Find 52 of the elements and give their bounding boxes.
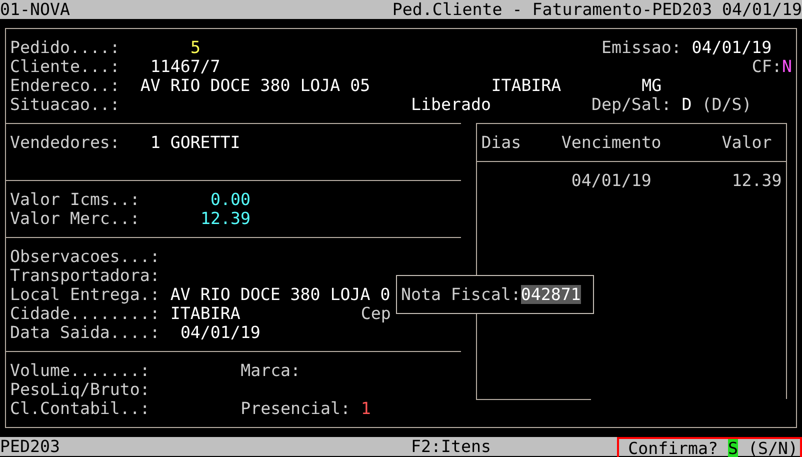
- program-code: PED203: [0, 437, 60, 457]
- table-cell: 04/01/19: [571, 171, 652, 190]
- field-label: (D/S): [702, 95, 752, 114]
- field-value: MG: [642, 76, 662, 95]
- field-label: Cl.Contabil..:: [10, 399, 150, 418]
- field-value: 0.00: [210, 190, 250, 209]
- field-label: Situacao..:: [10, 95, 120, 114]
- field-value: Liberado: [411, 95, 491, 114]
- field-value: 04/01/19: [692, 38, 772, 57]
- field-label: Cliente...:: [10, 57, 120, 76]
- field-label: CF:: [752, 57, 782, 76]
- field-label: Endereco..:: [10, 76, 120, 95]
- field-value: 1: [360, 399, 371, 418]
- field-label: Pedido....:: [10, 38, 120, 57]
- field-label: Vendedores:: [10, 133, 120, 152]
- column-header: Valor: [722, 133, 772, 152]
- field-label: Dep/Sal:: [591, 95, 672, 114]
- column-header: Dias: [481, 133, 522, 152]
- field-label: Valor Icms..:: [10, 190, 140, 209]
- prompt-label: Confirma?: [628, 439, 718, 457]
- field-label: Local Entrega.:: [10, 285, 160, 304]
- key-hint: F2:Itens: [411, 437, 491, 457]
- field-value: ITABIRA: [170, 304, 240, 323]
- field-value: 1 GORETTI: [150, 133, 240, 152]
- field-label: Volume.......:: [10, 361, 150, 380]
- field-value: D: [682, 95, 692, 114]
- window-title: Ped.Cliente - Faturamento-PED203 04/01/19: [392, 0, 802, 19]
- confirm-input[interactable]: S: [728, 439, 738, 457]
- field-label: PesoLiq/Bruto:: [10, 380, 150, 399]
- invoice-number-field[interactable]: 042871: [520, 285, 581, 304]
- field-value: 11467/7: [150, 57, 220, 76]
- field-value: 12.39: [200, 209, 250, 228]
- field-value: 5: [190, 38, 200, 57]
- field-value: 04/01/19: [180, 323, 260, 342]
- screen-code: 01-NOVA: [0, 0, 70, 19]
- field-label: Cep: [360, 304, 391, 323]
- field-value: AV RIO DOCE 380 LOJA 05: [140, 76, 370, 95]
- field-label: Cidade........:: [10, 304, 160, 323]
- field-value: N: [782, 57, 792, 76]
- field-label: Marca:: [240, 361, 301, 380]
- field-label: Data Saida....:: [10, 323, 160, 342]
- field-label: Presencial:: [240, 399, 350, 418]
- field-label: Transportadora:: [10, 266, 160, 285]
- field-label: Observacoes...:: [10, 247, 160, 266]
- field-value: ITABIRA: [491, 76, 562, 95]
- field-value: AV RIO DOCE 380 LOJA 0: [170, 285, 390, 304]
- prompt-options: (S/N): [748, 439, 798, 457]
- field-label: Nota Fiscal:: [400, 285, 521, 304]
- field-label: Valor Merc..:: [10, 209, 140, 228]
- field-label: Emissao:: [601, 38, 682, 57]
- column-header: Vencimento: [561, 133, 662, 152]
- table-cell: 12.39: [732, 171, 782, 190]
